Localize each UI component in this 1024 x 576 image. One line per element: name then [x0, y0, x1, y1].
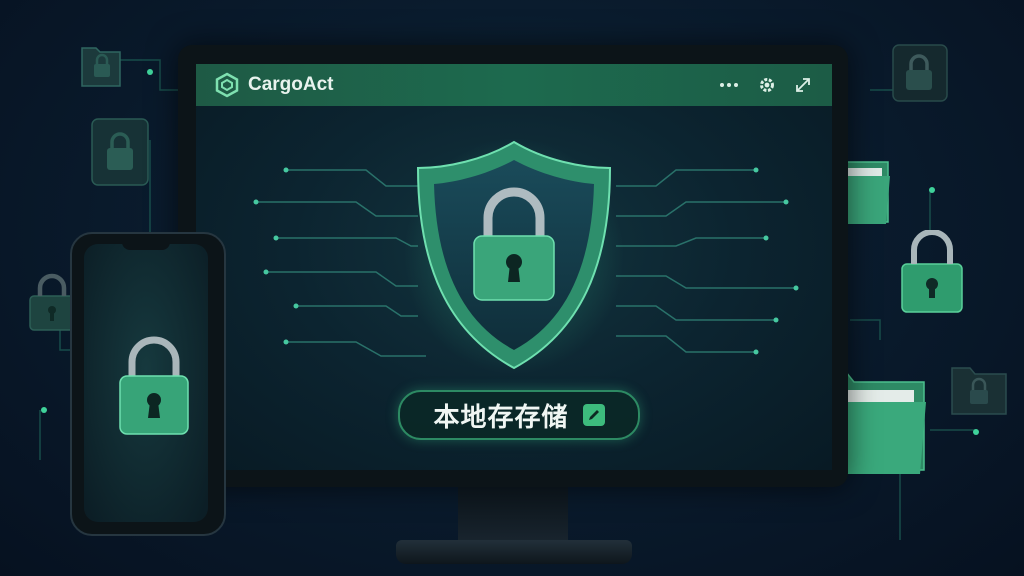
expand-arrows-icon[interactable]	[794, 76, 812, 94]
monitor-base	[396, 540, 632, 564]
more-dots-icon[interactable]	[718, 81, 740, 89]
padlock-icon	[119, 336, 189, 435]
folder-lock-icon	[81, 47, 121, 87]
monitor-stand	[458, 487, 568, 547]
title-bar: CargoAct	[196, 64, 832, 106]
phone-notch	[122, 240, 170, 250]
padlock-icon	[29, 273, 75, 331]
edit-pencil-icon[interactable]	[582, 404, 605, 426]
shield-lock-icon	[404, 138, 624, 374]
folder-lock-icon	[951, 367, 1007, 415]
local-storage-label: 本地存存储	[433, 401, 569, 432]
padlock-icon	[901, 230, 963, 313]
app-title: CargoAct	[248, 74, 334, 95]
cargoact-logo-icon	[215, 72, 239, 98]
app-window: CargoAct 本地存存储	[196, 64, 832, 470]
lock-tile-icon	[91, 118, 149, 186]
title-bar-actions	[718, 76, 812, 94]
gear-icon[interactable]	[758, 76, 776, 94]
local-storage-button[interactable]: 本地存存储	[398, 390, 640, 440]
lock-tile-icon	[892, 44, 948, 102]
